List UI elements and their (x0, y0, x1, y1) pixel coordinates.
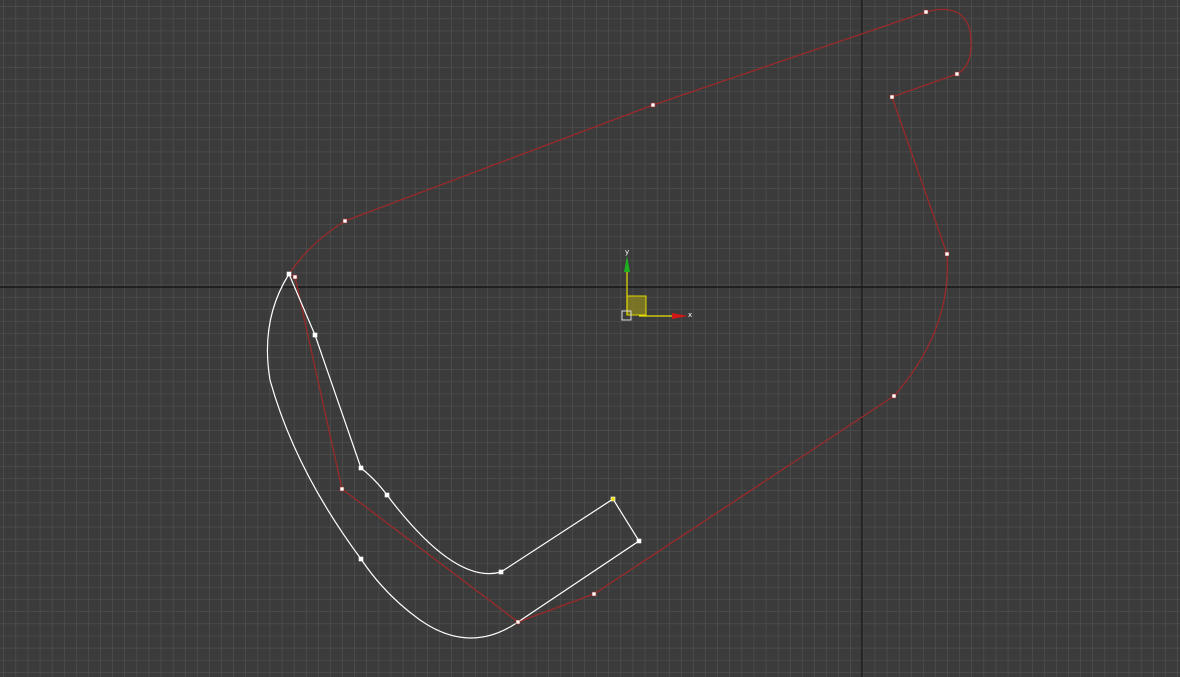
spline-vertex[interactable] (286, 271, 292, 277)
xy-plane-handle[interactable] (626, 295, 647, 316)
viewport-canvas[interactable]: y x (0, 0, 1180, 677)
spline-vertex[interactable] (339, 486, 345, 492)
y-axis-label: y (625, 248, 629, 256)
spline-vertex[interactable] (312, 332, 318, 338)
spline-vertex[interactable] (889, 94, 895, 100)
spline-vertex[interactable] (358, 556, 364, 562)
grid (0, 0, 1180, 677)
spline-vertex[interactable] (944, 251, 950, 257)
spline-vertex[interactable] (591, 591, 597, 597)
spline-vertex[interactable] (342, 218, 348, 224)
spline-vertex[interactable] (610, 496, 616, 502)
spline-vertex[interactable] (650, 102, 656, 108)
viewport-top[interactable]: y x (0, 0, 1180, 677)
spline-vertex[interactable] (636, 538, 642, 544)
spline-vertex[interactable] (358, 465, 364, 471)
spline-vertex[interactable] (954, 71, 960, 77)
spline-vertex[interactable] (292, 274, 298, 280)
spline-vertex[interactable] (384, 492, 390, 498)
spline-vertex[interactable] (515, 619, 521, 625)
spline-vertex[interactable] (923, 9, 929, 15)
spline-vertex[interactable] (498, 569, 504, 575)
x-axis-label: x (688, 311, 692, 319)
spline-vertex[interactable] (891, 393, 897, 399)
